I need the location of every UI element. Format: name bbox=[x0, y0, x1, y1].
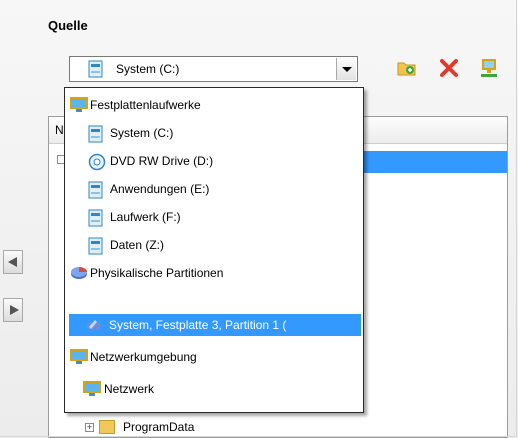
dropdown-item-system-festplatte-3-partition-1[interactable]: System, Festplatte 3, Partition 1 ( bbox=[69, 314, 361, 336]
dropdown-item-label: Festplattenlaufwerke bbox=[90, 98, 201, 112]
tree-expand-toggle[interactable]: + bbox=[85, 423, 94, 432]
drive-icon bbox=[88, 209, 104, 227]
drive-icon bbox=[88, 125, 104, 143]
dropdown-item-label: Anwendungen (E:) bbox=[110, 182, 210, 196]
source-drive-combobox[interactable]: System (C:) bbox=[69, 56, 358, 82]
partition-icon bbox=[70, 265, 88, 281]
dropdown-item-label: Physikalische Partitionen bbox=[90, 266, 224, 280]
dropdown-item-label: Netzwerk bbox=[104, 382, 155, 396]
tree-header-label: N bbox=[55, 123, 64, 137]
drive-icon bbox=[88, 60, 104, 78]
computer-icon bbox=[70, 97, 88, 113]
dvd-icon bbox=[88, 153, 106, 171]
dropdown-group-festplattenlaufwerke[interactable]: Festplattenlaufwerke bbox=[66, 94, 362, 116]
network-drive-button[interactable] bbox=[478, 58, 502, 80]
dropdown-item-laufwerk-f[interactable]: Laufwerk (F:) bbox=[66, 206, 362, 228]
dropdown-group-netzwerkumgebung[interactable]: Netzwerkumgebung bbox=[66, 346, 362, 368]
section-title: Quelle bbox=[48, 18, 88, 33]
partition-item-icon bbox=[85, 317, 103, 333]
source-drive-value: System (C:) bbox=[116, 62, 180, 76]
network-icon bbox=[82, 381, 102, 397]
chevron-down-icon[interactable] bbox=[336, 58, 356, 80]
drive-icon bbox=[88, 237, 104, 255]
dropdown-item-label: System, Festplatte 3, Partition 1 ( bbox=[109, 318, 287, 332]
folder-add-icon bbox=[396, 62, 418, 81]
dropdown-item-label: Netzwerkumgebung bbox=[90, 350, 197, 364]
dropdown-item-netzwerk[interactable]: Netzwerk bbox=[66, 378, 362, 400]
folder-add-button[interactable] bbox=[396, 58, 420, 80]
computer-icon bbox=[70, 349, 88, 365]
dropdown-item-system-c[interactable]: System (C:) bbox=[66, 122, 362, 144]
folder-icon bbox=[99, 420, 115, 434]
network-drive-icon bbox=[478, 59, 500, 83]
drive-dropdown-list[interactable]: Festplattenlaufwerke System (C:) DVD RW … bbox=[64, 87, 364, 413]
dropdown-item-label: Daten (Z:) bbox=[110, 238, 165, 252]
dropdown-item-label: System (C:) bbox=[110, 126, 174, 140]
dropdown-item-daten-z[interactable]: Daten (Z:) bbox=[66, 234, 362, 256]
arrow-right-icon[interactable] bbox=[3, 298, 23, 322]
drive-icon bbox=[88, 181, 104, 199]
dropdown-item-label: DVD RW Drive (D:) bbox=[110, 154, 214, 168]
delete-x-icon bbox=[438, 59, 460, 81]
arrow-left-icon[interactable] bbox=[3, 250, 23, 274]
source-panel: Quelle System (C:) N + ProgramData Festp… bbox=[0, 0, 518, 438]
dropdown-item-anwendungen-e[interactable]: Anwendungen (E:) bbox=[66, 178, 362, 200]
dropdown-item-label: Laufwerk (F:) bbox=[110, 210, 181, 224]
delete-button[interactable] bbox=[438, 58, 462, 80]
dropdown-item-dvd-d[interactable]: DVD RW Drive (D:) bbox=[66, 150, 362, 172]
dropdown-group-physikalische-partitionen[interactable]: Physikalische Partitionen bbox=[66, 262, 362, 284]
tree-selected-row[interactable] bbox=[353, 151, 507, 173]
tree-item-label: ProgramData bbox=[123, 420, 195, 434]
